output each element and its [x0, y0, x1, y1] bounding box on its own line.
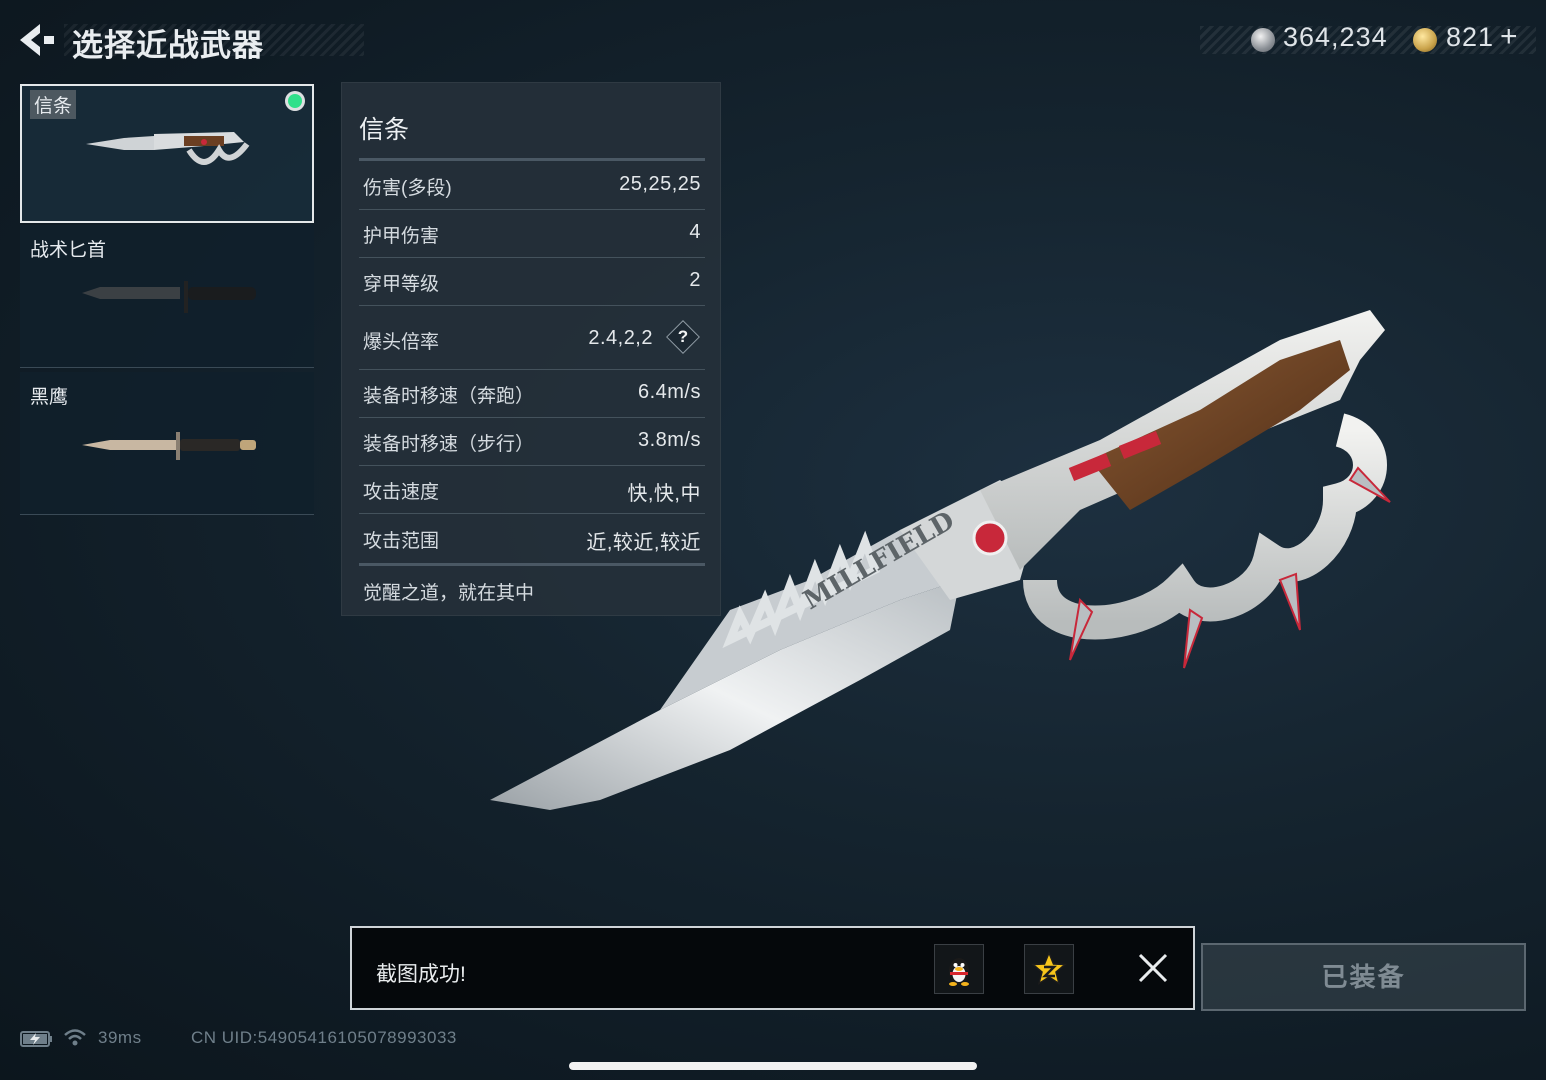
stat-value: 25,25,25	[619, 173, 701, 195]
battery-charging-icon	[20, 1031, 52, 1047]
close-button[interactable]	[1137, 952, 1169, 984]
stat-label: 爆头倍率	[363, 332, 440, 353]
back-button[interactable]	[18, 22, 56, 58]
close-icon	[1138, 953, 1168, 983]
stat-row-headshot-multiplier: 爆头倍率 2.4,2,2 ?	[359, 305, 705, 370]
page-title: 选择近战武器	[72, 28, 264, 63]
toast-message: 截图成功!	[376, 963, 466, 986]
equipped-indicator-icon	[288, 94, 302, 108]
stat-label: 护甲伤害	[363, 226, 440, 247]
share-qzone-button[interactable]	[1024, 944, 1074, 994]
stat-value: 近,较近,较近	[586, 532, 701, 554]
screenshot-toast: 截图成功!	[350, 926, 1195, 1010]
user-uid: CN UID:54905416105078993033	[191, 1028, 457, 1047]
stat-value: 3.8m/s	[637, 429, 701, 451]
tactical-dagger-thumbnail-icon	[82, 281, 256, 313]
ping-value: 39ms	[98, 1028, 142, 1047]
weapon-card-creed[interactable]: 信条	[20, 84, 314, 223]
weapon-description: 觉醒之道，就在其中	[363, 583, 535, 604]
stat-label: 装备时移速（步行）	[363, 434, 535, 455]
stat-row-armor-damage: 护甲伤害 4	[359, 209, 705, 258]
stat-value: 快,快,中	[627, 483, 701, 505]
stat-value: 2.4,2,2	[588, 327, 653, 349]
stat-row-attack-range: 攻击范围 近,较近,较近	[359, 513, 705, 566]
stats-weapon-name: 信条	[359, 116, 410, 144]
stat-row-damage: 伤害(多段) 25,25,25	[359, 161, 705, 210]
stat-label: 伤害(多段)	[363, 178, 452, 199]
weapon-stats-panel: 信条 伤害(多段) 25,25,25 护甲伤害 4 穿甲等级 2 爆头倍率 2.…	[341, 82, 721, 616]
stat-row-armor-penetration: 穿甲等级 2	[359, 257, 705, 306]
silver-coin-icon	[1251, 28, 1275, 52]
help-icon[interactable]: ?	[666, 320, 700, 354]
divider	[20, 367, 314, 368]
stat-label: 攻击范围	[363, 531, 440, 552]
qzone-star-icon	[1031, 951, 1067, 986]
stat-row-run-speed: 装备时移速（奔跑） 6.4m/s	[359, 369, 705, 418]
gold-amount: 821	[1446, 22, 1495, 52]
help-icon-glyph: ?	[677, 327, 689, 346]
share-qq-button[interactable]	[934, 944, 984, 994]
black-hawk-thumbnail-icon	[82, 432, 256, 460]
weapon-name: 战术匕首	[30, 240, 107, 261]
back-arrow-icon	[20, 24, 54, 56]
wifi-icon	[64, 1029, 86, 1046]
qq-penguin-icon	[949, 958, 969, 986]
stat-label: 穿甲等级	[363, 274, 440, 295]
weapon-card-black-hawk[interactable]: 黑鹰	[20, 372, 314, 515]
add-currency-button[interactable]: +	[1500, 20, 1519, 54]
divider	[20, 514, 314, 515]
stat-value: 6.4m/s	[637, 381, 701, 403]
silver-amount: 364,234	[1283, 22, 1388, 52]
home-indicator[interactable]	[569, 1062, 977, 1070]
stat-row-attack-speed: 攻击速度 快,快,中	[359, 465, 705, 514]
stat-value: 4	[689, 221, 701, 243]
equipped-button[interactable]: 已装备	[1201, 943, 1526, 1011]
stat-row-walk-speed: 装备时移速（步行） 3.8m/s	[359, 417, 705, 466]
weapon-name: 黑鹰	[30, 387, 69, 408]
gold-coin-icon	[1413, 28, 1437, 52]
weapon-name: 信条	[30, 90, 77, 119]
creed-knife-thumbnail-icon	[86, 132, 250, 165]
stat-label: 攻击速度	[363, 482, 440, 503]
stat-value: 2	[689, 269, 701, 291]
stat-label: 装备时移速（奔跑）	[363, 386, 535, 407]
weapon-card-tactical-dagger[interactable]: 战术匕首	[20, 225, 314, 368]
